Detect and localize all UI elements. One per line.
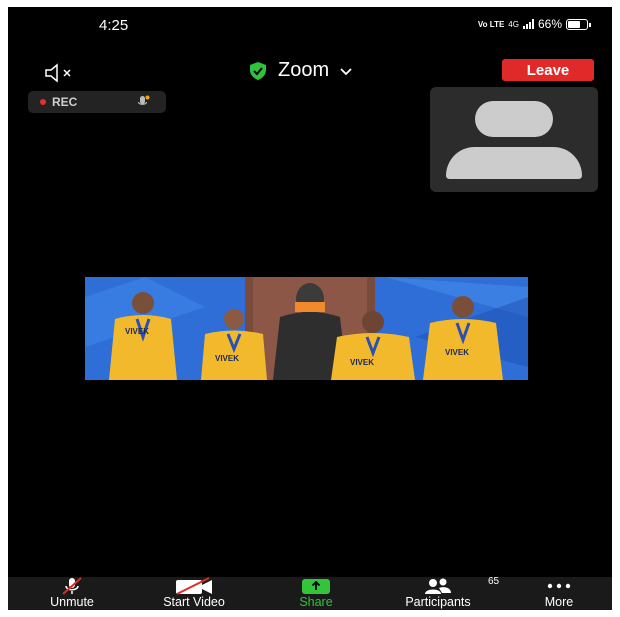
participants-label: Participants	[405, 595, 471, 609]
start-video-button[interactable]: Start Video	[146, 577, 242, 610]
meeting-toolbar: Unmute Start Video Share 65 Participants…	[8, 576, 612, 610]
self-video-tile[interactable]	[430, 87, 598, 192]
network-type: 4G	[508, 19, 519, 29]
status-time: 4:25	[99, 17, 129, 34]
share-label: Share	[299, 595, 333, 609]
meeting-title: Zoom	[278, 59, 330, 81]
recording-label: REC	[52, 95, 78, 109]
video-off-icon	[176, 577, 212, 595]
unmute-button[interactable]: Unmute	[38, 577, 106, 610]
share-button[interactable]: Share	[288, 577, 344, 610]
shirt-text-3: VIVEK	[350, 358, 374, 367]
speaker-muted-icon[interactable]	[44, 63, 88, 83]
volte-indicator: Vo LTE	[477, 19, 505, 29]
leave-button[interactable]: Leave	[502, 59, 594, 81]
more-label: More	[544, 595, 574, 609]
shirt-text-2: VIVEK	[215, 354, 239, 363]
more-dots-icon	[547, 583, 571, 589]
participants-icon	[425, 578, 451, 594]
participants-count: 65	[488, 576, 500, 587]
status-indicators: Vo LTE 4G 66%	[477, 17, 591, 31]
meeting-title-dropdown[interactable]: Zoom	[248, 59, 353, 82]
recording-dot-icon	[40, 99, 46, 105]
start-video-label: Start Video	[163, 595, 225, 609]
mic-icon	[137, 95, 150, 105]
battery-percent: 66%	[537, 17, 562, 31]
battery-icon	[566, 18, 591, 30]
shirt-text-1: VIVEK	[125, 327, 149, 336]
more-button[interactable]: More	[534, 577, 584, 610]
shirt-text-4: VIVEK	[445, 348, 469, 357]
unmute-label: Unmute	[50, 595, 94, 609]
shared-video-feed: VIVEK VIVEK VIVEK VIVEK	[85, 277, 528, 380]
video-scene: VIVEK VIVEK VIVEK VIVEK	[85, 277, 528, 380]
signal-icon	[522, 19, 534, 29]
shield-check-icon	[250, 61, 266, 80]
zoom-meeting-screen: 4:25 Vo LTE 4G 66% Zoom Leave REC VIVEK …	[8, 7, 612, 610]
mic-off-icon	[62, 577, 82, 595]
avatar-head	[475, 101, 553, 137]
participants-button[interactable]: 65 Participants	[386, 576, 499, 610]
chevron-down-icon	[340, 67, 352, 75]
avatar-body	[446, 147, 582, 179]
recording-indicator: REC	[28, 91, 166, 113]
share-arrow-icon	[302, 578, 330, 594]
